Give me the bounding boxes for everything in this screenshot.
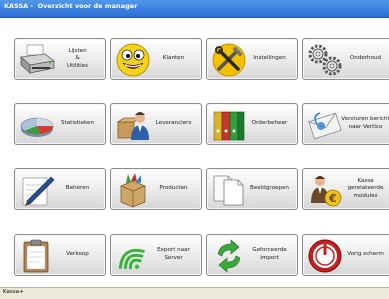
binders-icon [210, 106, 248, 144]
tile-label: Onderhoud [349, 55, 382, 62]
mail-icon [306, 106, 344, 144]
wifi-icon [114, 237, 152, 275]
main-panel: Lijsten & Utilities Klanten Instellingen… [0, 18, 389, 287]
supplier-icon [114, 106, 152, 144]
tile-label: Beheren [65, 185, 90, 192]
tile-label: Kassa gerelateerde modules [347, 177, 384, 199]
tile-label: Versturen bericht naar Vertico [341, 116, 389, 130]
tile-verkoop[interactable]: Verkoop [14, 234, 106, 276]
title-bar: KASSA - Overzicht voor de manager [0, 0, 389, 18]
tile-label: Verkoop [66, 251, 89, 258]
tile-label: Klanten [162, 55, 185, 62]
tile-versturen-bericht[interactable]: Versturen bericht naar Vertico [302, 103, 389, 145]
tools-icon [210, 41, 248, 79]
box-icon [114, 171, 152, 209]
clipboard-icon [18, 237, 56, 275]
tile-export-server[interactable]: Export naar Server [110, 234, 202, 276]
user-euro-icon: € [306, 171, 344, 209]
tile-vorig-scherm[interactable]: Vorig scherm [302, 234, 389, 276]
documents-icon [210, 171, 248, 209]
tile-producten[interactable]: Producten [110, 168, 202, 210]
tile-label: Instellingen [253, 55, 286, 62]
printer-icon [18, 41, 56, 79]
tile-beeldgroepen[interactable]: Beeldgroepen [206, 168, 298, 210]
tile-label: Leveranciers [155, 120, 192, 127]
tile-leveranciers[interactable]: Leveranciers [110, 103, 202, 145]
tile-instellingen[interactable]: Instellingen [206, 38, 298, 80]
status-bar: Kassa+ [0, 287, 389, 299]
svg-text:€: € [328, 192, 337, 205]
tile-beheren[interactable]: Beheren [14, 168, 106, 210]
smiley-icon [114, 41, 152, 79]
tile-label: Producten [159, 185, 188, 192]
power-icon [306, 237, 344, 275]
refresh-arrows-icon [210, 237, 248, 275]
tile-statistieken[interactable]: Statistieken [14, 103, 106, 145]
tile-label: Lijsten & Utilities [66, 47, 89, 69]
tile-geforceerde-import[interactable]: Geforceerde import [206, 234, 298, 276]
tile-label: Beeldgroepen [250, 185, 289, 192]
pen-paper-icon [18, 171, 56, 209]
pie-chart-icon [18, 106, 56, 144]
tile-orderbeheer[interactable]: Orderbeheer [206, 103, 298, 145]
tile-lijsten-utilities[interactable]: Lijsten & Utilities [14, 38, 106, 80]
tile-label: Statistieken [60, 120, 95, 127]
tile-klanten[interactable]: Klanten [110, 38, 202, 80]
tile-label: Orderbeheer [251, 120, 288, 127]
gears-icon [306, 41, 344, 79]
tile-onderhoud[interactable]: Onderhoud [302, 38, 389, 80]
tile-label: Export naar Server [157, 247, 190, 261]
tile-kassa-modules[interactable]: € Kassa gerelateerde modules [302, 168, 389, 210]
status-text: Kassa+ [3, 289, 24, 295]
tile-label: Geforceerde import [252, 247, 287, 261]
window-title: KASSA - Overzicht voor de manager [4, 2, 138, 10]
tile-label: Vorig scherm [347, 251, 384, 258]
